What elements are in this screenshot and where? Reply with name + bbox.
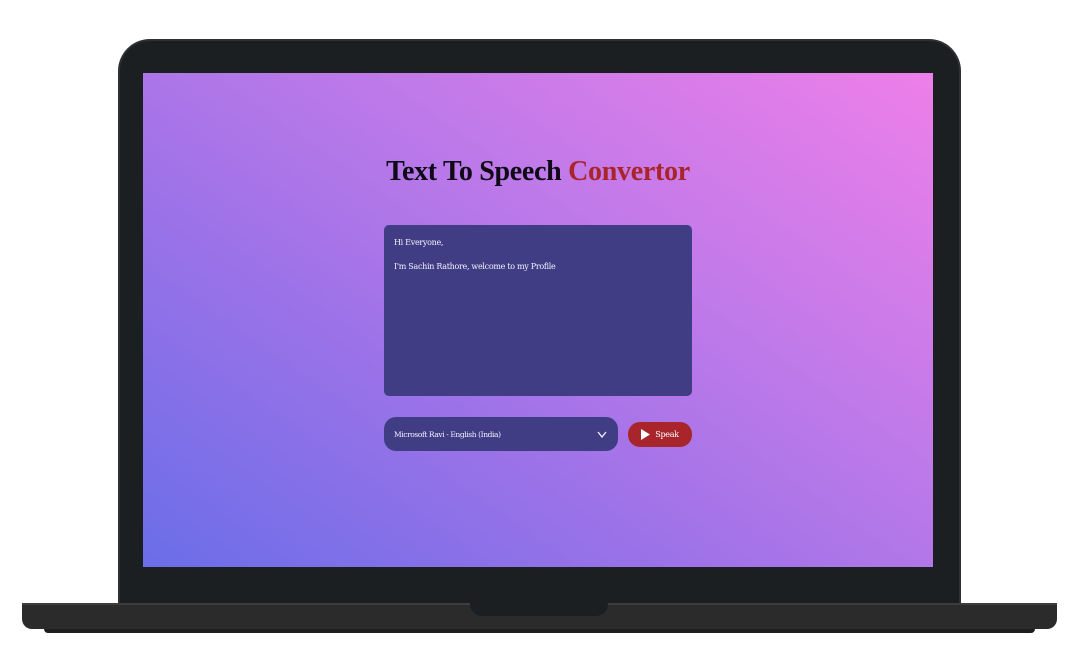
speech-text-input[interactable]: Hi Everyone, I'm Sachin Rathore, welcome… bbox=[384, 225, 692, 396]
page-title: Text To Speech Convertor bbox=[143, 156, 933, 188]
app-screen: Text To Speech Convertor Hi Everyone, I'… bbox=[143, 73, 933, 567]
chevron-down-icon bbox=[596, 428, 608, 440]
laptop-hinge-notch bbox=[470, 603, 608, 616]
speak-button[interactable]: Speak bbox=[628, 422, 692, 447]
laptop-base-foot bbox=[44, 629, 1035, 633]
laptop-mockup: Text To Speech Convertor Hi Everyone, I'… bbox=[0, 0, 1081, 657]
voice-select[interactable]: Microsoft Ravi - English (India) bbox=[384, 417, 618, 451]
play-icon bbox=[641, 429, 651, 440]
voice-select-value: Microsoft Ravi - English (India) bbox=[394, 429, 501, 439]
title-accent: Convertor bbox=[568, 156, 690, 187]
title-main: Text To Speech bbox=[386, 156, 562, 187]
speak-button-label: Speak bbox=[655, 430, 679, 439]
